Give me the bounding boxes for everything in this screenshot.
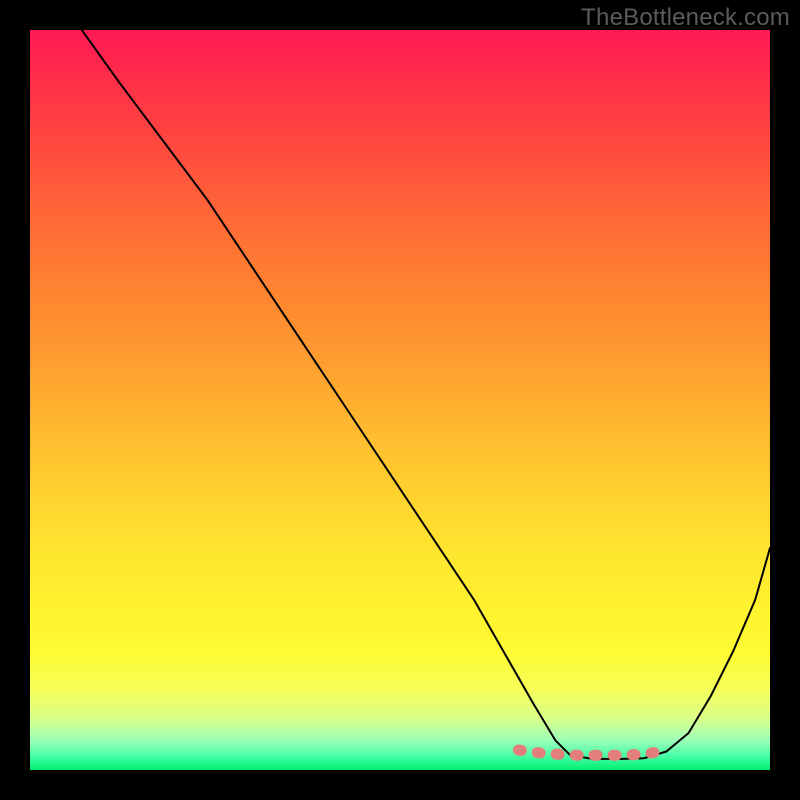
chart-frame: TheBottleneck.com: [0, 0, 800, 800]
black-curve: [82, 30, 770, 759]
plot-area: [30, 30, 770, 770]
chart-lines: [30, 30, 770, 770]
pink-flat-segment: [518, 750, 662, 755]
watermark-text: TheBottleneck.com: [581, 4, 790, 32]
